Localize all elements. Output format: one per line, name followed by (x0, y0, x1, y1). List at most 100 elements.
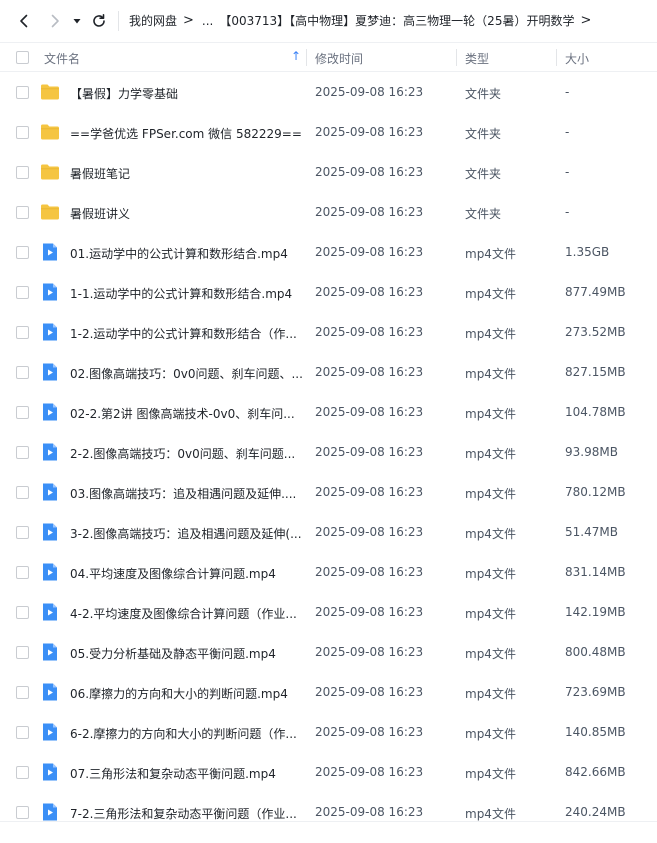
row-checkbox[interactable] (16, 526, 29, 539)
chevron-left-icon (20, 14, 28, 28)
table-row[interactable]: 暑假班笔记 2025-09-08 16:23 文件夹 - (0, 152, 657, 192)
file-name[interactable]: ==学爸优选 FPSer.com 微信 582229== (70, 125, 302, 142)
row-checkbox[interactable] (16, 766, 29, 779)
table-row[interactable]: 03.图像高端技巧：追及相遇问题及延伸.... 2025-09-08 16:23 m… (0, 472, 657, 512)
table-row[interactable]: 3-2.图像高端技巧：追及相遇问题及延伸(... 2025-09-08 16:23… (0, 512, 657, 552)
file-name[interactable]: 1-2.运动学中的公式计算和数形结合（作... (70, 325, 302, 342)
table-row[interactable]: 02.图像高端技巧：0v0问题、刹车问题、... 2025-09-08 16:23… (0, 352, 657, 392)
bottom-bar (0, 821, 657, 843)
row-checkbox[interactable] (16, 566, 29, 579)
row-checkbox[interactable] (16, 726, 29, 739)
row-checkbox[interactable] (16, 286, 29, 299)
file-type: mp4文件 (465, 367, 516, 381)
history-dropdown[interactable] (68, 9, 86, 33)
file-name[interactable]: 3-2.图像高端技巧：追及相遇问题及延伸(... (70, 525, 302, 542)
breadcrumb-separator-icon: > (580, 13, 592, 28)
row-checkbox[interactable] (16, 366, 29, 379)
select-all-checkbox[interactable] (16, 51, 29, 64)
table-row[interactable]: 【暑假】力学零基础 2025-09-08 16:23 文件夹 - (0, 72, 657, 112)
modified-time: 2025-09-08 16:23 (315, 525, 424, 539)
modified-time: 2025-09-08 16:23 (315, 405, 424, 419)
header-size[interactable]: 大小 (565, 50, 589, 67)
column-divider[interactable] (306, 49, 307, 66)
file-type: mp4文件 (465, 487, 516, 501)
back-button[interactable] (12, 9, 36, 33)
table-row[interactable]: 2-2.图像高端技巧：0v0问题、刹车问题... 2025-09-08 16:23… (0, 432, 657, 472)
file-name[interactable]: 1-1.运动学中的公式计算和数形结合.mp4 (70, 285, 302, 302)
table-row[interactable]: 1-2.运动学中的公式计算和数形结合（作... 2025-09-08 16:23 m… (0, 312, 657, 352)
file-name[interactable]: 02.图像高端技巧：0v0问题、刹车问题、... (70, 365, 302, 382)
file-name[interactable]: 05.受力分析基础及静态平衡问题.mp4 (70, 645, 302, 662)
video-file-icon-wrap (40, 242, 60, 262)
row-checkbox[interactable] (16, 806, 29, 819)
video-file-icon (43, 563, 57, 581)
table-row[interactable]: 01.运动学中的公式计算和数形结合.mp4 2025-09-08 16:23 mp4… (0, 232, 657, 272)
forward-button[interactable] (43, 9, 67, 33)
header-modified[interactable]: 修改时间 (315, 50, 363, 67)
table-row[interactable]: ==学爸优选 FPSer.com 微信 582229== 2025-09-08 1… (0, 112, 657, 152)
file-name[interactable]: 07.三角形法和复杂动态平衡问题.mp4 (70, 765, 302, 782)
file-name[interactable]: 01.运动学中的公式计算和数形结合.mp4 (70, 245, 302, 262)
header-name[interactable]: 文件名 (44, 50, 80, 67)
file-name[interactable]: 6-2.摩擦力的方向和大小的判断问题（作... (70, 725, 302, 742)
file-name[interactable]: 暑假班笔记 (70, 165, 302, 182)
file-name[interactable]: 04.平均速度及图像综合计算问题.mp4 (70, 565, 302, 582)
row-checkbox[interactable] (16, 206, 29, 219)
row-checkbox[interactable] (16, 446, 29, 459)
column-divider[interactable] (456, 49, 457, 66)
file-name[interactable]: 4-2.平均速度及图像综合计算问题（作业... (70, 605, 302, 622)
table-row[interactable]: 02-2.第2讲 图像高端技术-0v0、刹车问... 2025-09-08 16:… (0, 392, 657, 432)
file-name[interactable]: 【暑假】力学零基础 (70, 85, 302, 102)
table-row[interactable]: 暑假班讲义 2025-09-08 16:23 文件夹 - (0, 192, 657, 232)
row-checkbox[interactable] (16, 646, 29, 659)
column-divider[interactable] (556, 49, 557, 66)
breadcrumb-ellipsis[interactable]: ... (202, 14, 213, 28)
table-row[interactable]: 05.受力分析基础及静态平衡问题.mp4 2025-09-08 16:23 mp4文… (0, 632, 657, 672)
file-size: 780.12MB (565, 485, 626, 499)
file-name[interactable]: 2-2.图像高端技巧：0v0问题、刹车问题... (70, 445, 302, 462)
folder-icon-wrap (40, 202, 60, 222)
file-name[interactable]: 暑假班讲义 (70, 205, 302, 222)
folder-icon (41, 164, 59, 180)
file-size: 51.47MB (565, 525, 618, 539)
video-file-icon (43, 643, 57, 661)
table-row[interactable]: 1-1.运动学中的公式计算和数形结合.mp4 2025-09-08 16:23 mp… (0, 272, 657, 312)
table-row[interactable]: 06.摩擦力的方向和大小的判断问题.mp4 2025-09-08 16:23 mp4… (0, 672, 657, 712)
folder-icon (41, 124, 59, 140)
video-file-icon (43, 603, 57, 621)
row-checkbox[interactable] (16, 246, 29, 259)
row-checkbox[interactable] (16, 686, 29, 699)
row-checkbox[interactable] (16, 126, 29, 139)
modified-time: 2025-09-08 16:23 (315, 285, 424, 299)
video-file-icon (43, 243, 57, 261)
modified-time: 2025-09-08 16:23 (315, 365, 424, 379)
breadcrumb-root[interactable]: 我的网盘 (129, 12, 177, 29)
row-checkbox[interactable] (16, 486, 29, 499)
video-file-icon (43, 803, 57, 821)
sort-up-icon[interactable]: ↑ (291, 49, 301, 63)
refresh-button[interactable] (87, 9, 111, 33)
file-size: 104.78MB (565, 405, 626, 419)
file-name[interactable]: 03.图像高端技巧：追及相遇问题及延伸.... (70, 485, 302, 502)
breadcrumb-current[interactable]: 【003713】【高中物理】夏梦迪：高三物理一轮（25暑）开明数学 (219, 12, 574, 29)
file-size: 831.14MB (565, 565, 626, 579)
row-checkbox[interactable] (16, 86, 29, 99)
file-size: 142.19MB (565, 605, 626, 619)
row-checkbox[interactable] (16, 606, 29, 619)
table-header: 文件名 ↑ 修改时间 类型 大小 (0, 42, 657, 72)
file-name[interactable]: 7-2.三角形法和复杂动态平衡问题（作业... (70, 805, 302, 822)
file-name[interactable]: 06.摩擦力的方向和大小的判断问题.mp4 (70, 685, 302, 702)
row-checkbox[interactable] (16, 406, 29, 419)
row-checkbox[interactable] (16, 326, 29, 339)
table-row[interactable]: 04.平均速度及图像综合计算问题.mp4 2025-09-08 16:23 mp4文… (0, 552, 657, 592)
folder-icon-wrap (40, 122, 60, 142)
table-row[interactable]: 6-2.摩擦力的方向和大小的判断问题（作... 2025-09-08 16:23 m… (0, 712, 657, 752)
file-type: mp4文件 (465, 607, 516, 621)
file-name[interactable]: 02-2.第2讲 图像高端技术-0v0、刹车问... (70, 405, 302, 422)
file-type: mp4文件 (465, 287, 516, 301)
row-checkbox[interactable] (16, 166, 29, 179)
header-type[interactable]: 类型 (465, 50, 489, 67)
table-row[interactable]: 07.三角形法和复杂动态平衡问题.mp4 2025-09-08 16:23 mp4文… (0, 752, 657, 792)
file-type: 文件夹 (465, 167, 502, 181)
table-row[interactable]: 4-2.平均速度及图像综合计算问题（作业... 2025-09-08 16:23 m… (0, 592, 657, 632)
